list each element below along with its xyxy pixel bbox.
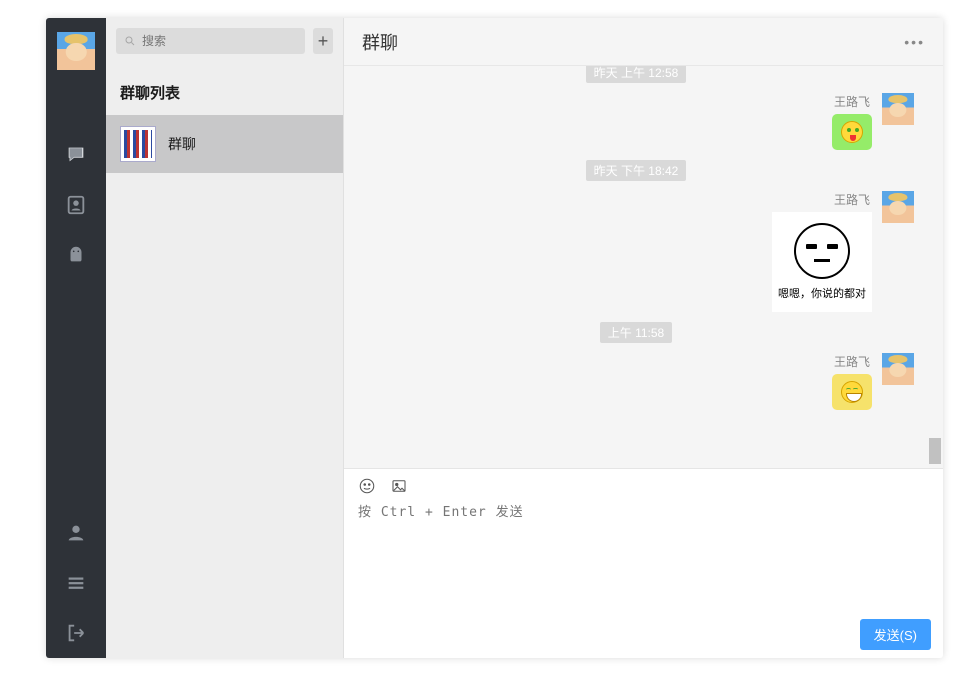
message-list: 昨天 上午 12:58 王路飞 昨天 下午 18:42 王路飞 (344, 66, 928, 468)
nav-chat-icon[interactable] (46, 130, 106, 180)
nav-menu-icon[interactable] (46, 558, 106, 608)
nav-rail (46, 18, 106, 658)
send-button[interactable]: 发送(S) (860, 619, 931, 650)
compose-input-wrap (344, 499, 943, 611)
nav-contacts-icon[interactable] (46, 180, 106, 230)
conversation-panel-top: + (106, 18, 343, 64)
message-row: 王路飞 (358, 353, 914, 410)
conversation-panel: + 群聊列表 群聊 (106, 18, 344, 658)
message-avatar[interactable] (882, 353, 914, 385)
message-sender: 王路飞 (834, 353, 872, 370)
image-picker-icon[interactable] (390, 477, 408, 495)
message-emoji (832, 374, 872, 410)
message-row: 王路飞 嗯嗯，你说的都对 (358, 191, 914, 312)
conversation-name: 群聊 (168, 134, 196, 154)
search-input[interactable] (142, 34, 297, 48)
tongue-emoji-icon (841, 121, 863, 143)
conversation-avatar (120, 126, 156, 162)
chat-scroll-area: 昨天 上午 12:58 王路飞 昨天 下午 18:42 王路飞 (344, 66, 943, 468)
chat-title: 群聊 (362, 29, 398, 55)
me-avatar[interactable] (57, 32, 95, 70)
compose-footer: 发送(S) (344, 611, 943, 658)
meme-caption: 嗯嗯，你说的都对 (778, 285, 866, 301)
conversation-item[interactable]: 群聊 (106, 115, 343, 173)
message-meme: 嗯嗯，你说的都对 (772, 212, 872, 312)
message-avatar[interactable] (882, 93, 914, 125)
add-button[interactable]: + (313, 28, 333, 54)
search-icon (124, 35, 136, 47)
chat-header: 群聊 ••• (344, 18, 943, 66)
conversation-section-title: 群聊列表 (106, 64, 343, 115)
meme-face-icon (794, 223, 850, 279)
time-separator: 昨天 下午 18:42 (586, 160, 687, 181)
grin-emoji-icon (841, 381, 863, 403)
nav-logout-icon[interactable] (46, 608, 106, 658)
message-sender: 王路飞 (834, 93, 872, 110)
chat-pane: 群聊 ••• 昨天 上午 12:58 王路飞 昨天 下午 18:42 (344, 18, 943, 658)
time-separator: 昨天 上午 12:58 (586, 66, 687, 83)
nav-android-icon[interactable] (46, 230, 106, 280)
time-separator: 上午 11:58 (600, 322, 672, 343)
scrollbar-thumb[interactable] (929, 438, 941, 464)
app-window: + 群聊列表 群聊 群聊 ••• 昨天 上午 12:58 王路飞 (46, 18, 943, 658)
scrollbar[interactable] (929, 66, 941, 468)
chat-more-icon[interactable]: ••• (904, 34, 925, 50)
nav-profile-icon[interactable] (46, 508, 106, 558)
rail-bottom (46, 508, 106, 658)
compose-toolbar (344, 469, 943, 499)
message-row: 王路飞 (358, 93, 914, 150)
message-emoji (832, 114, 872, 150)
message-avatar[interactable] (882, 191, 914, 223)
emoji-picker-icon[interactable] (358, 477, 376, 495)
compose-area: 发送(S) (344, 468, 943, 658)
message-sender: 王路飞 (834, 191, 872, 208)
search-box[interactable] (116, 28, 305, 54)
compose-textarea[interactable] (358, 501, 929, 609)
